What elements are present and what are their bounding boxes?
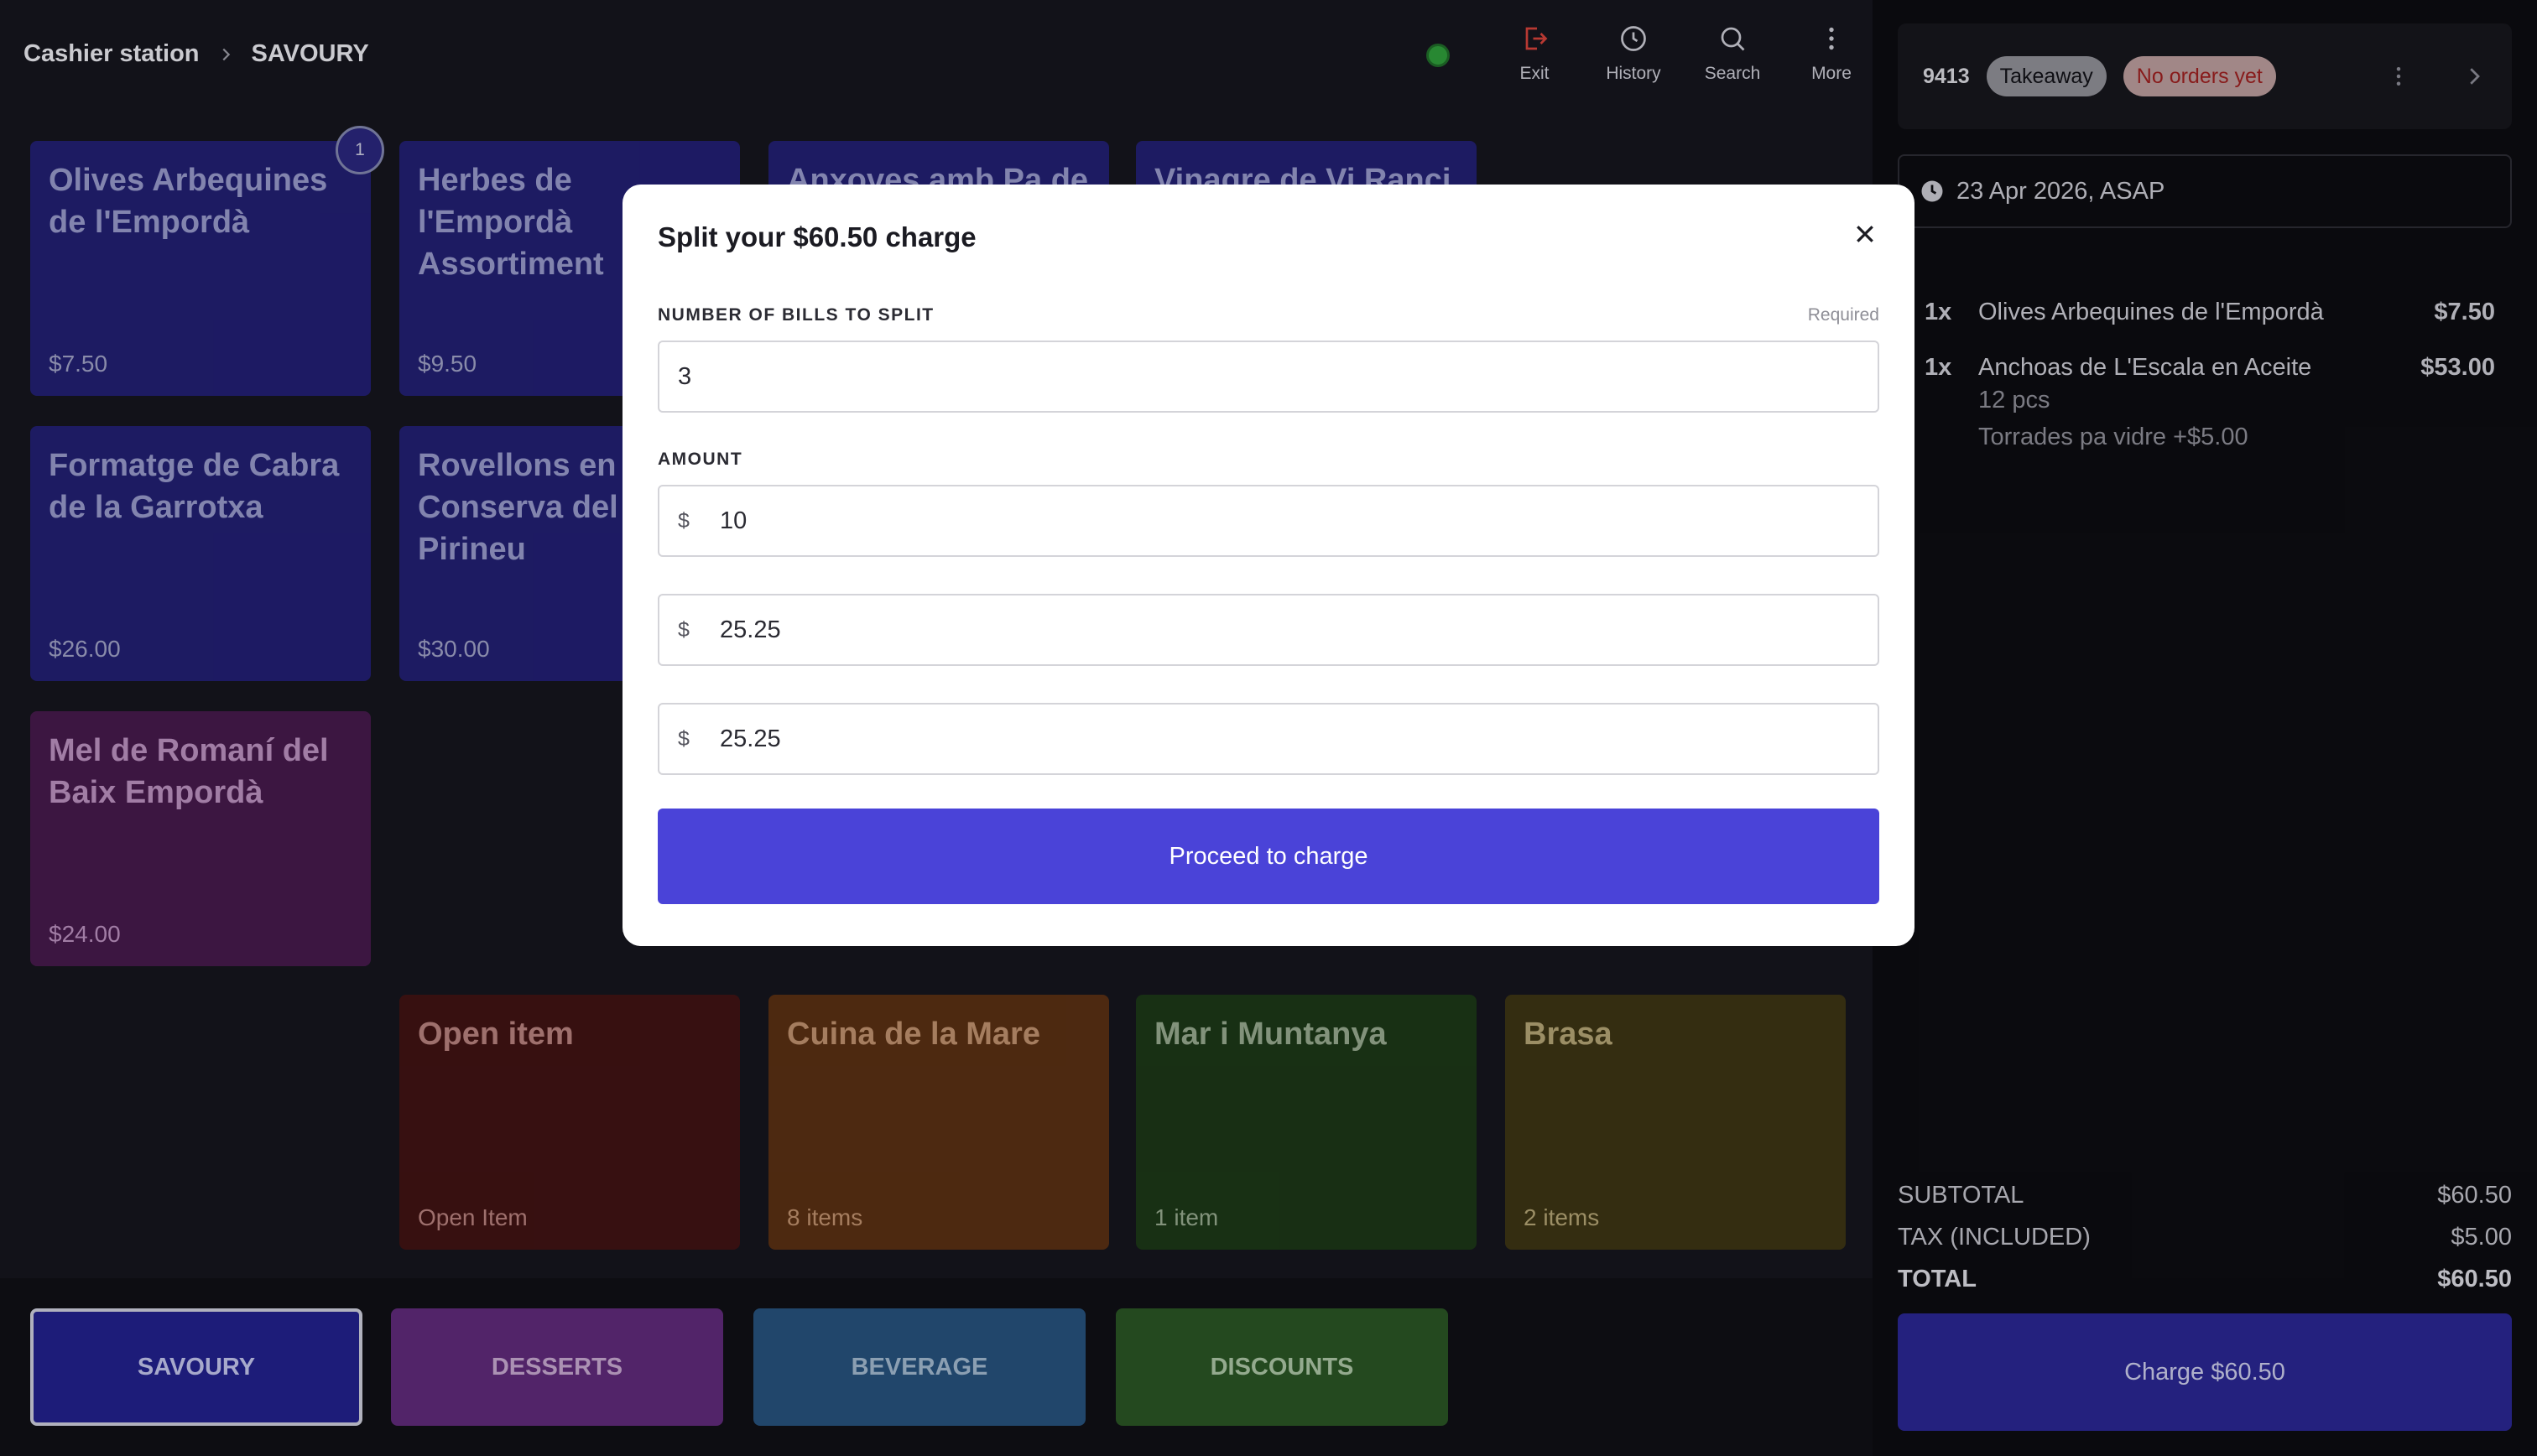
bills-count-value: 3 <box>678 362 692 390</box>
close-button[interactable] <box>1844 213 1886 255</box>
dialog-title: Split your $60.50 charge <box>658 221 977 252</box>
amount-input[interactable]: $ 10 <box>658 485 1879 557</box>
pos-screen: Cashier station SAVOURY Exit History Sea… <box>0 0 2537 1456</box>
amount-value: 25.25 <box>720 616 781 643</box>
currency-symbol: $ <box>678 726 690 751</box>
currency-symbol: $ <box>678 617 690 642</box>
close-icon <box>1857 226 1873 242</box>
split-charge-dialog: Split your $60.50 charge NUMBER OF BILLS… <box>623 185 1914 946</box>
bills-label: NUMBER OF BILLS TO SPLIT <box>658 305 935 325</box>
bills-count-input[interactable]: 3 <box>658 341 1879 413</box>
proceed-to-charge-button[interactable]: Proceed to charge <box>658 809 1879 904</box>
amount-input[interactable]: $ 25.25 <box>658 703 1879 775</box>
amount-label: AMOUNT <box>658 450 743 469</box>
amount-value: 25.25 <box>720 725 781 752</box>
amount-value: 10 <box>720 507 748 534</box>
currency-symbol: $ <box>678 508 690 533</box>
required-hint: Required <box>1807 305 1879 325</box>
amount-input[interactable]: $ 25.25 <box>658 594 1879 666</box>
